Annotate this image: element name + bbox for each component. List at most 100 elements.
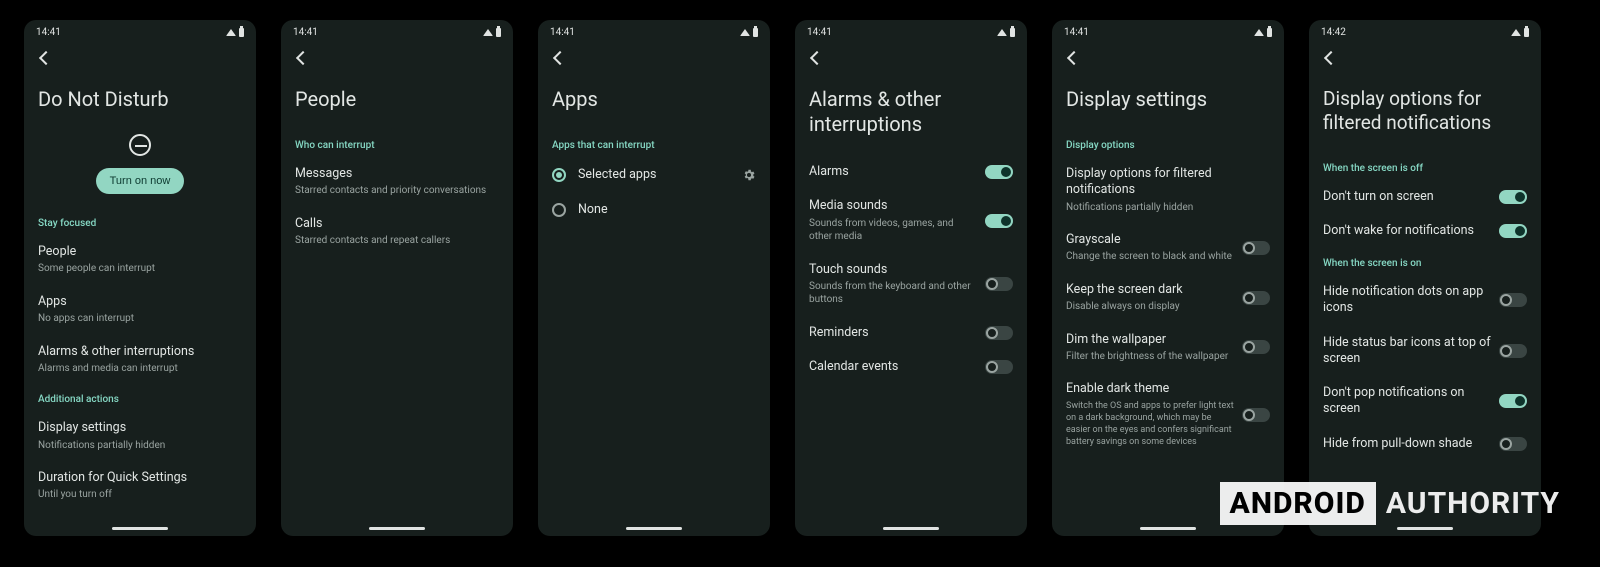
section-apps: Apps that can interrupt [552, 130, 756, 157]
toggle[interactable] [985, 360, 1013, 374]
toggle[interactable] [985, 326, 1013, 340]
item-grayscale[interactable]: GrayscaleChange the screen to black and … [1066, 223, 1270, 273]
wifi-icon [997, 29, 1007, 36]
nav-handle[interactable] [1140, 527, 1196, 530]
item-dont-turn-on[interactable]: Don't turn on screen [1323, 180, 1527, 214]
status-icons [1254, 28, 1272, 37]
status-icons [226, 28, 244, 37]
section-stay-focused: Stay focused [38, 208, 242, 235]
section-additional: Additional actions [38, 384, 242, 411]
item-dont-wake[interactable]: Don't wake for notifications [1323, 214, 1527, 248]
wifi-icon [1254, 29, 1264, 36]
toggle[interactable] [1499, 394, 1527, 408]
item-touch-sounds[interactable]: Touch soundsSounds from the keyboard and… [809, 253, 1013, 316]
item-hide-shade[interactable]: Hide from pull-down shade [1323, 427, 1527, 461]
item-apps[interactable]: AppsNo apps can interrupt [38, 285, 242, 335]
item-calls[interactable]: CallsStarred contacts and repeat callers [295, 207, 499, 257]
radio-icon [552, 203, 566, 217]
back-button[interactable] [1052, 42, 1284, 73]
statusbar: 14:41 [24, 20, 256, 42]
back-button[interactable] [538, 42, 770, 73]
clock: 14:41 [1064, 27, 1089, 38]
back-button[interactable] [1309, 42, 1541, 73]
page-title: Apps [552, 73, 756, 130]
radio-selected-apps[interactable]: Selected apps [552, 157, 756, 192]
radio-none[interactable]: None [552, 192, 756, 227]
item-reminders[interactable]: Reminders [809, 316, 1013, 350]
nav-handle[interactable] [112, 527, 168, 530]
wifi-icon [740, 29, 750, 36]
back-button[interactable] [24, 42, 256, 73]
toggle[interactable] [1242, 291, 1270, 305]
phone-people: 14:41 People Who can interrupt MessagesS… [281, 20, 513, 536]
dnd-icon [129, 134, 151, 156]
item-display-settings[interactable]: Display settingsNotifications partially … [38, 411, 242, 461]
item-duration[interactable]: Duration for Quick SettingsUntil you tur… [38, 461, 242, 511]
item-alarms[interactable]: Alarms & other interruptionsAlarms and m… [38, 335, 242, 385]
statusbar: 14:41 [795, 20, 1027, 42]
battery-icon [239, 28, 244, 37]
toggle[interactable] [1242, 241, 1270, 255]
back-button[interactable] [281, 42, 513, 73]
item-hide-statusbar[interactable]: Hide status bar icons at top of screen [1323, 326, 1527, 377]
page-title: Alarms & other interruptions [809, 73, 1013, 155]
nav-handle[interactable] [369, 527, 425, 530]
toggle[interactable] [1499, 344, 1527, 358]
radio-icon [552, 168, 566, 182]
toggle[interactable] [1499, 224, 1527, 238]
back-button[interactable] [795, 42, 1027, 73]
nav-handle[interactable] [883, 527, 939, 530]
battery-icon [1524, 28, 1529, 37]
wifi-icon [1511, 29, 1521, 36]
wifi-icon [483, 29, 493, 36]
toggle[interactable] [1499, 293, 1527, 307]
nav-handle[interactable] [626, 527, 682, 530]
item-calendar[interactable]: Calendar events [809, 350, 1013, 384]
nav-handle[interactable] [1397, 527, 1453, 530]
status-icons [740, 28, 758, 37]
battery-icon [1010, 28, 1015, 37]
toggle[interactable] [985, 214, 1013, 228]
phone-apps: 14:41 Apps Apps that can interrupt Selec… [538, 20, 770, 536]
status-icons [1511, 28, 1529, 37]
item-dont-pop[interactable]: Don't pop notifications on screen [1323, 376, 1527, 427]
item-dim[interactable]: Dim the wallpaperFilter the brightness o… [1066, 323, 1270, 373]
toggle[interactable] [1499, 190, 1527, 204]
battery-icon [496, 28, 501, 37]
item-messages[interactable]: MessagesStarred contacts and priority co… [295, 157, 499, 207]
battery-icon [753, 28, 758, 37]
toggle[interactable] [1499, 437, 1527, 451]
item-filtered[interactable]: Display options for filtered notificatio… [1066, 157, 1270, 223]
item-dark-theme[interactable]: Enable dark themeSwitch the OS and apps … [1066, 372, 1270, 457]
turn-on-button[interactable]: Turn on now [96, 168, 185, 194]
page-title: Display options for filtered notificatio… [1323, 73, 1527, 153]
statusbar: 14:41 [1052, 20, 1284, 42]
toggle[interactable] [1242, 340, 1270, 354]
status-icons [997, 28, 1015, 37]
item-hide-dots[interactable]: Hide notification dots on app icons [1323, 275, 1527, 326]
phone-display-options: 14:42 Display options for filtered notif… [1309, 20, 1541, 536]
item-alarms[interactable]: Alarms [809, 155, 1013, 189]
toggle[interactable] [985, 277, 1013, 291]
phone-display-settings: 14:41 Display settings Display options D… [1052, 20, 1284, 536]
statusbar: 14:41 [281, 20, 513, 42]
clock: 14:41 [36, 27, 61, 38]
item-people[interactable]: PeopleSome people can interrupt [38, 235, 242, 285]
section-screen-off: When the screen is off [1323, 153, 1527, 180]
section-who: Who can interrupt [295, 130, 499, 157]
section-display-options: Display options [1066, 130, 1270, 157]
wifi-icon [226, 29, 236, 36]
item-media-sounds[interactable]: Media soundsSounds from videos, games, a… [809, 189, 1013, 252]
back-arrow-icon [1323, 51, 1337, 65]
back-arrow-icon [552, 51, 566, 65]
back-arrow-icon [38, 51, 52, 65]
statusbar: 14:42 [1309, 20, 1541, 42]
toggle[interactable] [1242, 408, 1270, 422]
gear-icon[interactable] [742, 168, 756, 182]
phone-alarms: 14:41 Alarms & other interruptions Alarm… [795, 20, 1027, 536]
back-arrow-icon [1066, 51, 1080, 65]
section-screen-on: When the screen is on [1323, 248, 1527, 275]
item-keep-dark[interactable]: Keep the screen darkDisable always on di… [1066, 273, 1270, 323]
statusbar: 14:41 [538, 20, 770, 42]
toggle[interactable] [985, 165, 1013, 179]
